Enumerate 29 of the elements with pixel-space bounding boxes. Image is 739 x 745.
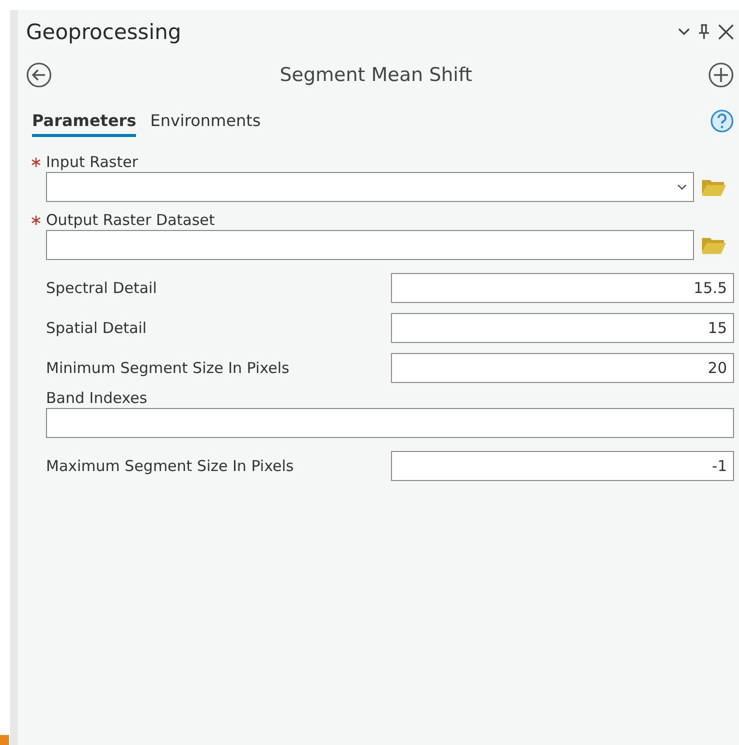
input-field[interactable]: 15.5 [391, 273, 734, 303]
input-field[interactable]: 20 [391, 353, 734, 383]
parameter-label: Minimum Segment Size In Pixels [46, 359, 290, 377]
input-field[interactable]: -1 [391, 451, 734, 481]
input-field[interactable] [46, 230, 694, 260]
chevron-icon[interactable] [678, 28, 690, 36]
parameter-label: Spectral Detail [46, 279, 157, 297]
dropdown-field[interactable] [46, 172, 694, 202]
parameter-label: Spatial Detail [46, 319, 147, 337]
tab[interactable]: Parameters [32, 105, 136, 137]
edge-marker [0, 735, 9, 745]
parameter-label: Maximum Segment Size In Pixels [46, 457, 294, 475]
required-mark: ∗ [30, 211, 42, 229]
folder-icon[interactable] [701, 177, 727, 197]
parameter-label: Band Indexes [46, 389, 148, 407]
back-icon[interactable] [26, 62, 52, 88]
parameter-label: Output Raster Dataset [46, 211, 215, 229]
parameter-label: Input Raster [46, 153, 138, 171]
help-icon[interactable] [710, 109, 734, 133]
tab[interactable]: Environments [150, 105, 261, 137]
pin-icon[interactable] [698, 24, 710, 40]
close-icon[interactable] [718, 24, 734, 40]
pane-title: Geoprocessing [26, 20, 182, 44]
tool-title: Segment Mean Shift [278, 64, 474, 86]
input-field[interactable]: 15 [391, 313, 734, 343]
required-mark: ∗ [30, 153, 42, 171]
folder-icon[interactable] [701, 235, 727, 255]
input-field[interactable] [46, 408, 734, 438]
add-icon[interactable] [708, 62, 734, 88]
